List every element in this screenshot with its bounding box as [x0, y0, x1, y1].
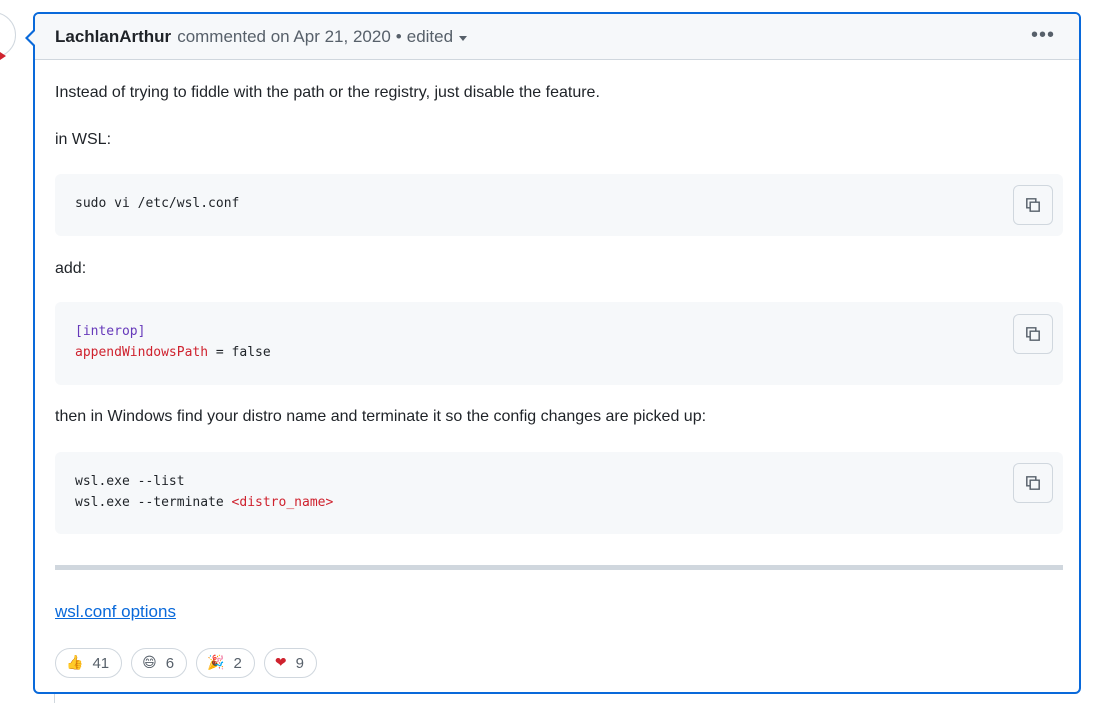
reaction-thumbs-up[interactable]: 👍 41 — [55, 648, 123, 678]
timeline-line — [54, 694, 55, 703]
kebab-menu-icon[interactable]: ••• — [1031, 24, 1055, 47]
code-block-3: wsl.exe --list wsl.exe --terminate <dist… — [55, 452, 1063, 534]
edited-dropdown[interactable]: edited — [406, 26, 468, 47]
code-value: = false — [208, 345, 271, 360]
paragraph-terminate: then in Windows find your distro name an… — [55, 408, 707, 425]
reaction-count: 2 — [233, 654, 242, 672]
code-block-2: [interop] appendWindowsPath = false — [55, 302, 1063, 385]
code-arg: <distro_name> — [231, 495, 334, 510]
chevron-down-icon — [459, 35, 468, 41]
laugh-icon: 😄 — [142, 655, 157, 671]
heart-icon: ❤ — [274, 655, 287, 671]
comment-caret-inner — [28, 31, 35, 45]
wsl-conf-options-link[interactable]: wsl.conf options — [55, 602, 176, 622]
code-line: appendWindowsPath = false — [75, 342, 1043, 363]
code-block-1: sudo vi /etc/wsl.conf — [55, 174, 1063, 236]
paragraph-add: add: — [55, 260, 87, 277]
edited-label: edited — [406, 26, 454, 46]
reaction-count: 9 — [295, 654, 304, 672]
reaction-count: 6 — [165, 654, 175, 672]
paragraph-intro: Instead of trying to fiddle with the pat… — [55, 84, 600, 101]
comment-header: LachlanArthur commented on Apr 21, 2020 … — [35, 14, 1079, 60]
status-indicator — [0, 52, 6, 60]
party-icon: 🎉 — [207, 655, 225, 671]
code-line: sudo vi /etc/wsl.conf — [75, 196, 240, 211]
copy-button[interactable] — [1013, 463, 1053, 503]
reaction-count: 41 — [92, 654, 110, 672]
reaction-hooray[interactable]: 🎉 2 — [196, 648, 255, 678]
reaction-laugh[interactable]: 😄 6 — [131, 648, 188, 678]
code-line: wsl.exe --terminate <distro_name> — [75, 492, 1043, 513]
copy-button[interactable] — [1013, 185, 1053, 225]
comment-card: LachlanArthur commented on Apr 21, 2020 … — [25, 12, 1081, 694]
comment-action[interactable]: commented on Apr 21, 2020 — [177, 27, 391, 47]
author-link[interactable]: LachlanArthur — [55, 27, 171, 47]
code-command: wsl.exe --terminate — [75, 495, 232, 510]
copy-icon — [1026, 327, 1040, 341]
copy-icon — [1026, 476, 1040, 490]
reaction-heart[interactable]: ❤ 9 — [263, 648, 317, 678]
horizontal-rule — [55, 565, 1063, 570]
thumbs-up-icon: 👍 — [66, 655, 84, 671]
code-line: wsl.exe --list — [75, 474, 185, 489]
separator: • — [395, 26, 402, 46]
copy-button[interactable] — [1013, 314, 1053, 354]
reactions-bar: 👍 41 😄 6 🎉 2 ❤ 9 — [55, 648, 317, 678]
copy-icon — [1026, 198, 1040, 212]
code-line: [interop] — [75, 324, 146, 339]
paragraph-in-wsl: in WSL: — [55, 131, 112, 148]
code-key: appendWindowsPath — [75, 345, 209, 360]
